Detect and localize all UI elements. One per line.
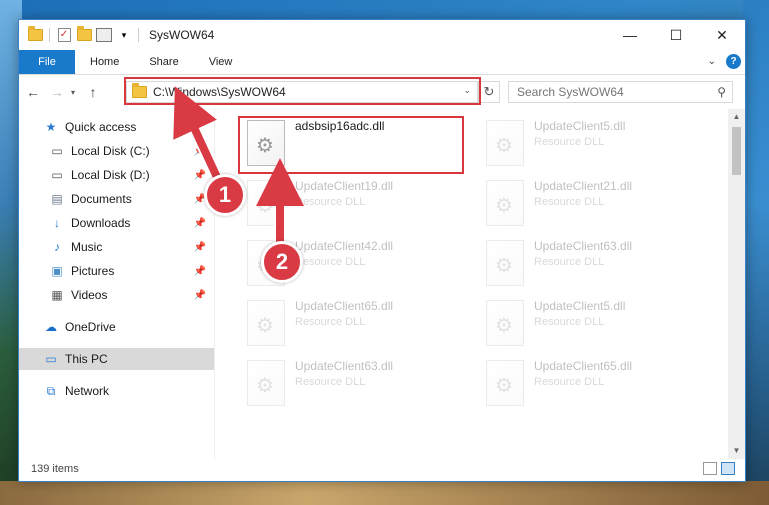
annotation-arrows	[173, 86, 304, 248]
step-badge-1: 1	[204, 174, 246, 216]
step-badge-2: 2	[261, 241, 303, 283]
